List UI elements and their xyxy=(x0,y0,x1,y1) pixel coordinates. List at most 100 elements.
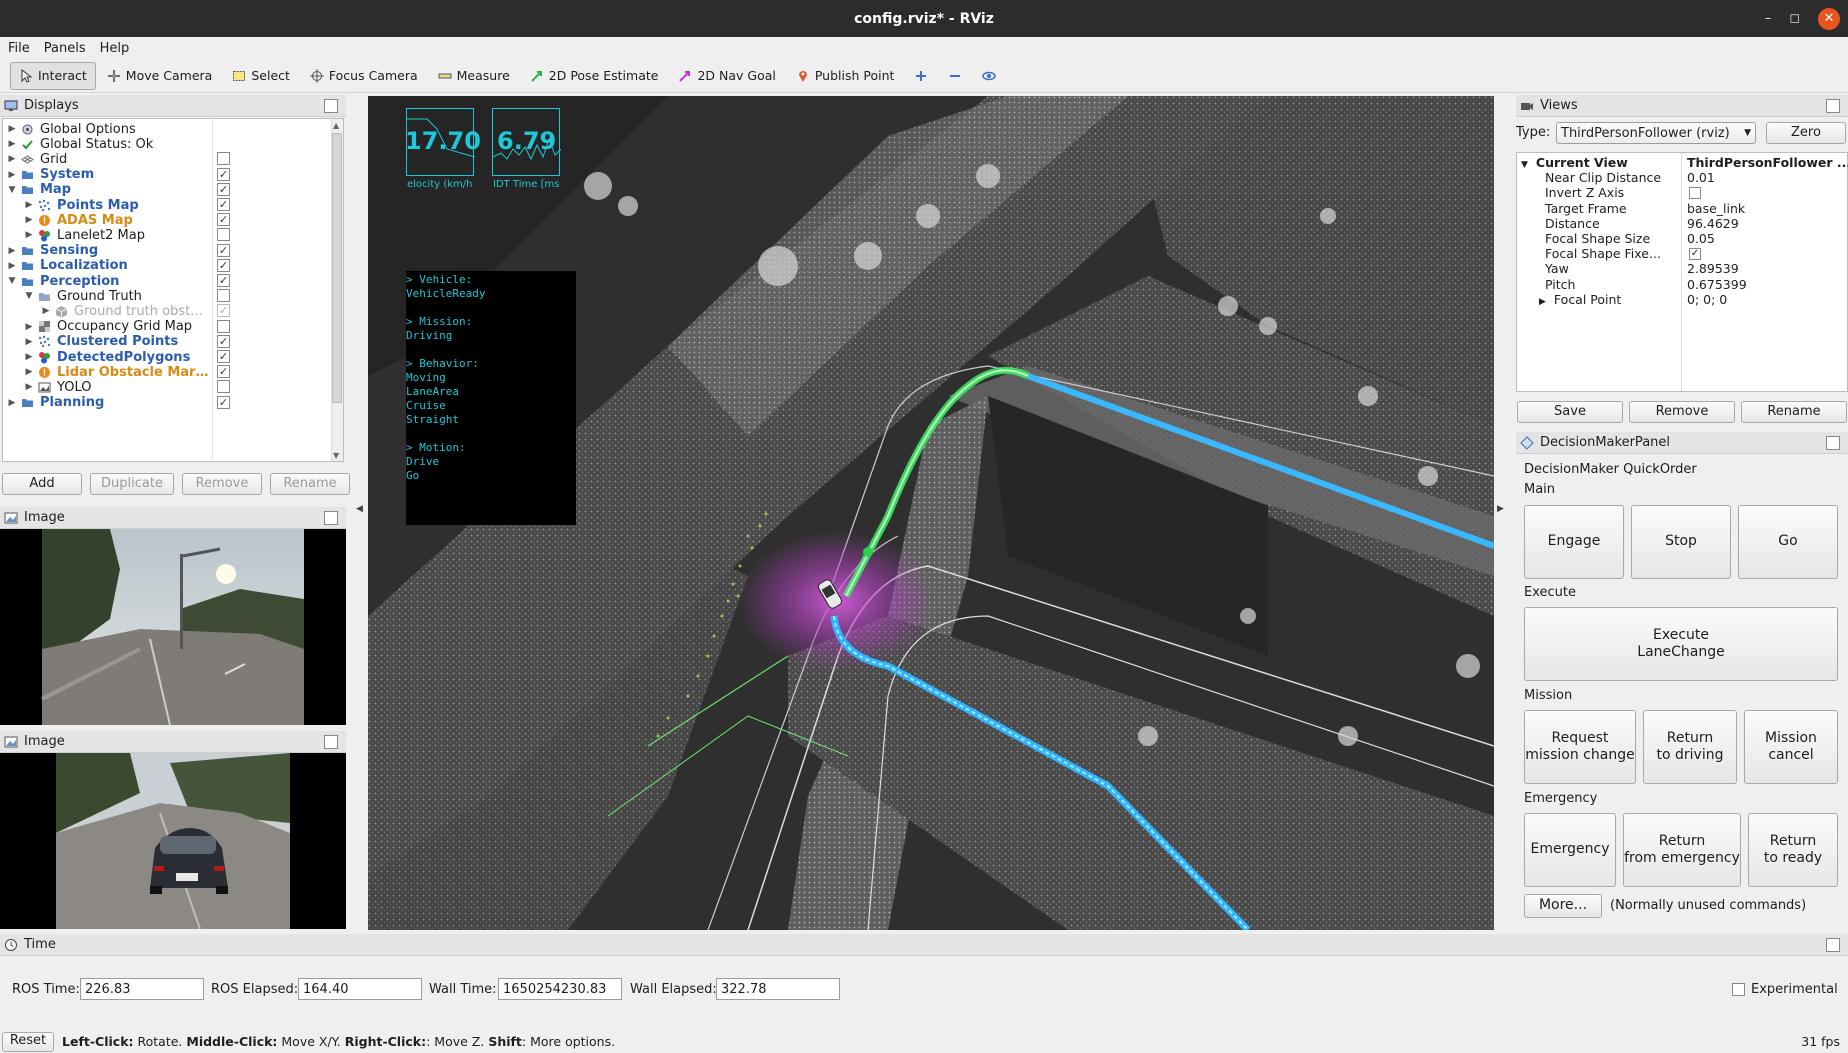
display-enabled-checkbox[interactable]: ✓ xyxy=(217,304,230,318)
wall-time-field[interactable]: 1650254230.83 xyxy=(498,978,622,1000)
pose-estimate-button[interactable]: 2D Pose Estimate xyxy=(521,62,668,90)
rename-display-button[interactable]: Rename xyxy=(270,473,350,495)
view-property-value[interactable]: base_link xyxy=(1687,201,1745,216)
display-enabled-checkbox[interactable] xyxy=(217,380,230,394)
view-property-name[interactable]: ▼ Current View xyxy=(1521,155,1628,170)
publish-point-button[interactable]: Publish Point xyxy=(787,62,904,90)
add-display-button[interactable]: Add xyxy=(2,473,82,495)
ros-elapsed-field[interactable]: 164.40 xyxy=(298,978,422,1000)
expand-right-icon[interactable]: ▶ xyxy=(7,124,17,134)
duplicate-display-button[interactable]: Duplicate xyxy=(90,473,174,495)
focus-camera-button[interactable]: Focus Camera xyxy=(301,62,427,90)
expand-right-icon[interactable]: ▶ xyxy=(24,352,34,362)
view-type-select[interactable]: ThirdPersonFollower (rviz) ▼ xyxy=(1556,122,1756,144)
view-property-value[interactable]: 0.05 xyxy=(1687,231,1715,246)
view-property-name[interactable]: Yaw xyxy=(1545,261,1569,276)
float-panel-toggle[interactable] xyxy=(1826,937,1840,952)
expand-right-icon[interactable]: ▶ xyxy=(24,230,34,240)
display-enabled-checkbox[interactable]: ✓ xyxy=(217,350,230,363)
display-enabled-checkbox[interactable]: ✓ xyxy=(217,274,230,287)
display-enabled-checkbox[interactable] xyxy=(217,289,230,303)
interact-tool-button[interactable]: Interact xyxy=(10,61,96,90)
restore-icon[interactable]: ◻ xyxy=(1789,11,1800,26)
expand-right-icon[interactable]: ▶ xyxy=(7,261,17,271)
expand-right-icon[interactable]: ▶ xyxy=(24,322,34,332)
view-properties-tree[interactable]: ▼ Current View ThirdPersonFollower ... Near… xyxy=(1516,152,1848,392)
rename-view-button[interactable]: Rename xyxy=(1741,401,1847,423)
reset-button[interactable]: Reset xyxy=(2,1031,54,1052)
scroll-up-icon[interactable]: ▲ xyxy=(333,121,342,130)
remove-display-button[interactable]: Remove xyxy=(182,473,262,495)
experimental-checkbox[interactable] xyxy=(1732,983,1745,996)
go-button[interactable]: Go xyxy=(1738,505,1838,579)
more-commands-button[interactable]: More... xyxy=(1524,894,1602,918)
expand-right-icon[interactable]: ▶ xyxy=(7,154,17,164)
float-panel-toggle[interactable] xyxy=(1826,435,1840,450)
expand-right-icon[interactable]: ▶ xyxy=(24,215,34,225)
expand-right-icon[interactable]: ▶ xyxy=(41,306,51,316)
displays-scrollbar[interactable]: ▲ ▼ xyxy=(331,119,343,461)
view-property-name[interactable]: ▶ Focal Point xyxy=(1521,292,1621,307)
float-panel-toggle[interactable] xyxy=(324,510,338,525)
view-property-value[interactable]: 0.01 xyxy=(1687,170,1715,185)
wall-elapsed-field[interactable]: 322.78 xyxy=(716,978,840,1000)
expand-right-icon[interactable]: ▶ xyxy=(7,398,17,408)
view-property-name[interactable]: Target Frame xyxy=(1545,201,1627,216)
request-mission-change-button[interactable]: Request mission change xyxy=(1524,710,1636,784)
expand-right-icon[interactable]: ▶ xyxy=(7,246,17,256)
expand-right-icon[interactable]: ▶ xyxy=(7,139,17,149)
float-panel-toggle[interactable] xyxy=(1826,98,1840,113)
expand-right-icon[interactable]: ▶ xyxy=(24,200,34,210)
collapse-left-handle[interactable]: ◀ xyxy=(356,504,363,514)
return-to-driving-button[interactable]: Return to driving xyxy=(1643,710,1737,784)
view-property-value[interactable]: 96.4629 xyxy=(1687,216,1739,231)
engage-button[interactable]: Engage xyxy=(1524,505,1624,579)
display-enabled-checkbox[interactable]: ✓ xyxy=(217,198,230,211)
display-enabled-checkbox[interactable]: ✓ xyxy=(217,213,230,227)
expand-down-icon[interactable]: ▼ xyxy=(24,291,34,301)
render-viewport[interactable]: 17.70 elocity (km/h 6.79 IDT Time [ms > … xyxy=(368,96,1494,930)
menu-panels[interactable]: Panels xyxy=(44,41,86,56)
stop-button[interactable]: Stop xyxy=(1631,505,1731,579)
scroll-down-icon[interactable]: ▼ xyxy=(333,451,342,460)
displays-tree[interactable]: ▶ Global Options ▶ Global Status: Ok ▶ Grid ▶ S… xyxy=(2,118,344,462)
move-camera-button[interactable]: Move Camera xyxy=(98,62,222,90)
scrollbar-thumb[interactable] xyxy=(332,133,342,403)
expand-right-icon[interactable]: ▶ xyxy=(24,337,34,347)
zero-button[interactable]: Zero xyxy=(1766,122,1846,144)
emergency-button[interactable]: Emergency xyxy=(1524,813,1616,887)
view-options-button[interactable] xyxy=(973,62,1005,90)
display-enabled-checkbox[interactable]: ✓ xyxy=(217,167,230,181)
display-enabled-checkbox[interactable]: ✓ xyxy=(217,243,230,257)
view-property-value[interactable]: 2.89539 xyxy=(1687,261,1739,276)
view-property-checkbox[interactable]: ✓ xyxy=(1689,248,1701,261)
display-enabled-checkbox[interactable] xyxy=(217,228,230,242)
menu-help[interactable]: Help xyxy=(100,41,130,56)
expand-down-icon[interactable]: ▼ xyxy=(7,185,17,195)
return-from-emergency-button[interactable]: Return from emergency xyxy=(1623,813,1741,887)
add-tool-button[interactable] xyxy=(905,62,937,90)
execute-lanechange-button[interactable]: Execute LaneChange xyxy=(1524,607,1838,681)
float-panel-toggle[interactable] xyxy=(324,734,338,749)
close-icon[interactable]: ✕ xyxy=(1818,7,1840,30)
collapse-right-handle[interactable]: ▶ xyxy=(1497,504,1504,514)
expand-right-icon[interactable]: ▶ xyxy=(1539,297,1546,307)
view-property-name[interactable]: Near Clip Distance xyxy=(1545,170,1661,185)
view-property-name[interactable]: Invert Z Axis xyxy=(1545,185,1624,200)
display-enabled-checkbox[interactable]: ✓ xyxy=(217,258,230,272)
ros-time-field[interactable]: 226.83 xyxy=(80,978,204,1000)
menu-file[interactable]: File xyxy=(8,41,30,56)
view-property-name[interactable]: Pitch xyxy=(1545,277,1575,292)
display-enabled-checkbox[interactable]: ✓ xyxy=(217,365,230,379)
return-to-ready-button[interactable]: Return to ready xyxy=(1748,813,1838,887)
display-enabled-checkbox[interactable]: ✓ xyxy=(217,182,230,196)
display-item[interactable]: ▶ Planning xyxy=(3,394,213,412)
display-enabled-checkbox[interactable]: ✓ xyxy=(217,334,230,348)
view-property-value[interactable]: 0; 0; 0 xyxy=(1687,292,1727,307)
save-view-button[interactable]: Save xyxy=(1517,401,1623,423)
float-panel-toggle[interactable] xyxy=(324,98,338,113)
view-property-value[interactable]: 0.675399 xyxy=(1687,277,1747,292)
expand-down-icon[interactable]: ▼ xyxy=(1521,160,1528,170)
nav-goal-button[interactable]: 2D Nav Goal xyxy=(669,62,784,90)
display-enabled-checkbox[interactable] xyxy=(217,319,230,333)
